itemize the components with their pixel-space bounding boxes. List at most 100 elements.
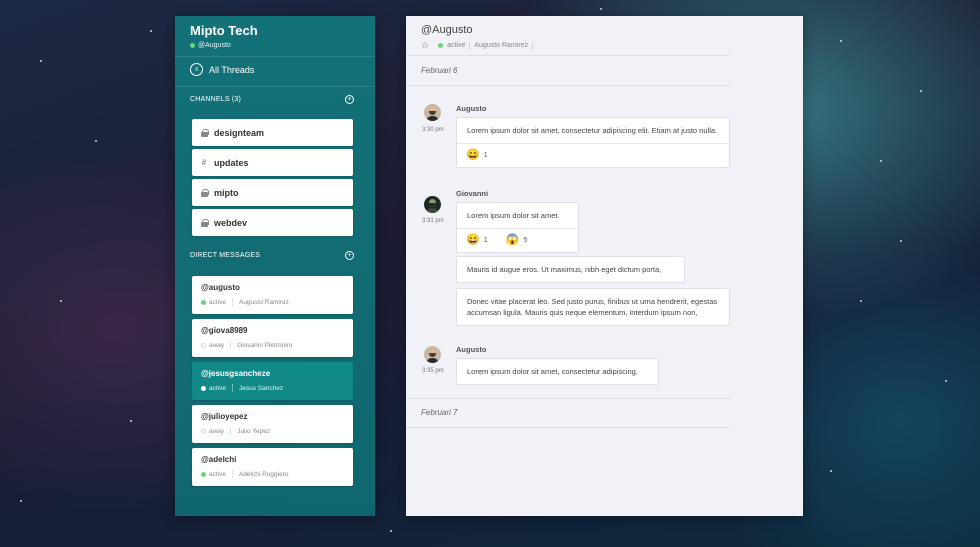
message-author: Augusto [456,345,487,354]
divider [230,341,232,349]
dm-adelchi[interactable]: @adelchi active Adelchi Ruggiero [192,448,353,486]
reaction-count: 5 [523,237,528,244]
dm-julioyepez[interactable]: @julioyepez away Julio Yepez [192,405,353,443]
dm-handle: @giova8989 [201,326,248,335]
direct-messages-header-label: DIRECT MESSAGES [190,252,261,259]
dm-name: Augusto Ramirez [238,298,289,306]
dm-handle: @augusto [201,283,240,292]
dm-augusto[interactable]: @augusto active Augusto Ramirez [192,276,353,314]
message-text: Donec vitae placerat leo. Sed justo puru… [467,297,718,317]
lock-icon [200,128,209,137]
divider [469,41,471,50]
channel-label: designteam [214,127,265,138]
dm-giova8989[interactable]: @giova8989 away Giovanni Pietroniro [192,319,353,357]
channel-mipto[interactable]: mipto [192,179,353,206]
reactions: 😄 1 😱 5 [457,228,578,252]
message-text: Mauris id augue eros. Ut maximus, nibh e… [467,265,662,274]
add-channel-icon[interactable]: + [345,95,354,104]
divider [406,55,730,56]
team-name: Mipto Tech [190,23,258,38]
dm-meta: active Augusto Ramirez [201,298,344,306]
channel-updates[interactable]: # updates [192,149,353,176]
chat-panel: @Augusto ☆ active Augusto Ramirez Februa… [406,16,803,516]
message-bubble: Lorem ipsum dolor sit amet. 😄 1 😱 5 [456,202,579,253]
reactions: 😄 1 [457,143,729,167]
dm-name: Julio Yepez [237,427,271,435]
avatar[interactable] [424,196,441,213]
active-status-icon [201,299,206,305]
message-author: Giovanni [456,189,489,198]
channels-header: CHANNELS (3) + [190,95,354,104]
dm-meta: away Giovanni Pietroniro [201,341,344,349]
chat-full-name: Augusto Ramirez [474,42,529,49]
dm-status: active [209,298,226,306]
date-separator: Februari 7 [421,408,458,417]
away-status-icon [201,428,206,434]
dm-name: Adelchi Ruggiero [238,470,289,478]
channel-webdev[interactable]: webdev [192,209,353,236]
date-separator: Februari 6 [421,66,458,75]
divider [406,427,730,428]
dm-handle: @jesusgsancheze [201,369,271,378]
message-time: 3:35 pm [422,368,444,374]
all-threads-link[interactable]: ≡ All Threads [190,63,254,76]
avatar[interactable] [424,346,441,363]
divider [406,85,730,86]
message-bubble: Lorem ipsum dolor sit amet, consectetur … [456,358,659,385]
message-text: Lorem ipsum dolor sit amet, consectetur … [467,126,718,135]
message-bubble: Donec vitae placerat leo. Sed justo puru… [456,288,730,326]
all-threads-label: All Threads [209,64,255,75]
reaction-count: 1 [483,237,488,244]
dm-status: away [209,341,225,349]
message-author: Augusto [456,104,487,113]
divider [231,384,233,392]
divider [231,470,233,478]
lock-icon [200,188,209,197]
hash-icon: # [201,158,207,167]
divider [175,86,375,87]
message-bubble: Mauris id augue eros. Ut maximus, nibh e… [456,256,685,283]
channel-label: webdev [214,217,248,228]
star-icon[interactable]: ☆ [421,41,429,50]
threads-icon: ≡ [190,63,203,76]
divider [175,56,375,57]
active-status-icon [201,385,206,391]
dm-status: active [209,470,226,478]
avatar[interactable] [424,104,441,121]
dm-name: Giovanni Pietroniro [237,341,293,349]
sidebar: Mipto Tech @Augusto ≡ All Threads CHANNE… [175,16,375,516]
add-dm-icon[interactable]: + [345,251,354,260]
dm-handle: @julioyepez [201,412,248,421]
current-user-handle: @Augusto [198,42,231,49]
chat-title: @Augusto [421,24,473,36]
smile-emoji-icon[interactable]: 😄 [466,235,480,246]
chat-status: active [447,42,466,49]
channel-designteam[interactable]: designteam [192,119,353,146]
divider [230,427,232,435]
message-text: Lorem ipsum dolor sit amet, consectetur … [467,367,638,376]
message-bubble: Lorem ipsum dolor sit amet, consectetur … [456,117,730,168]
channel-label: updates [214,157,249,168]
active-status-icon [201,471,206,477]
divider [231,298,233,306]
channels-header-label: CHANNELS (3) [190,96,242,103]
chat-meta: ☆ active Augusto Ramirez [421,41,534,50]
dm-handle: @adelchi [201,455,237,464]
dm-meta: active Adelchi Ruggiero [201,470,344,478]
direct-messages-header: DIRECT MESSAGES + [190,251,354,260]
dm-meta: active Jesus Sanchez [201,384,344,392]
divider [406,398,730,399]
smile-emoji-icon[interactable]: 😄 [466,150,480,161]
divider [532,41,534,50]
reaction-count: 1 [483,152,488,159]
scream-emoji-icon[interactable]: 😱 [506,235,520,246]
active-status-icon [190,43,195,48]
active-status-icon [438,43,444,48]
dm-jesusgsancheze[interactable]: @jesusgsancheze active Jesus Sanchez [192,362,353,400]
channel-label: mipto [214,187,239,198]
message-text: Lorem ipsum dolor sit amet. [467,211,560,220]
dm-status: away [209,427,225,435]
dm-meta: away Julio Yepez [201,427,344,435]
message-time: 3:31 pm [422,218,444,224]
message-time: 3:30 pm [422,127,444,133]
